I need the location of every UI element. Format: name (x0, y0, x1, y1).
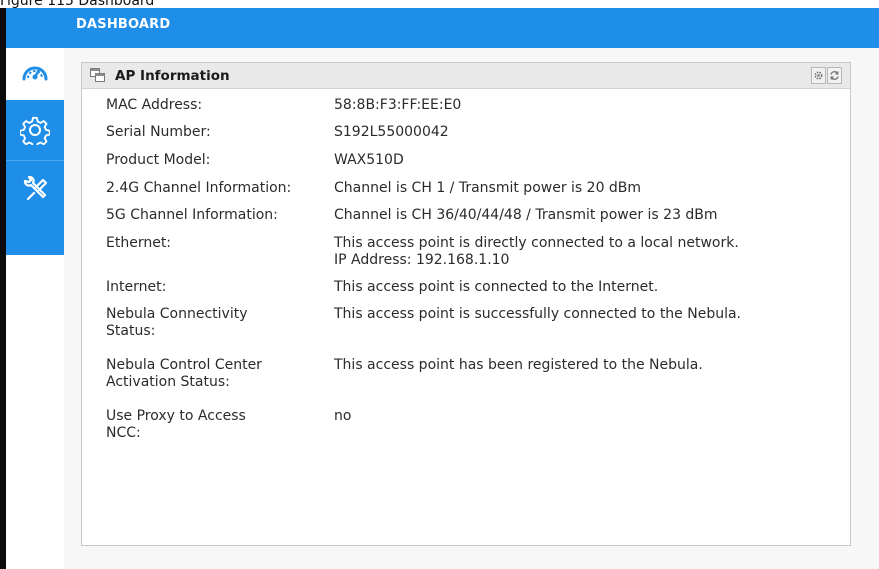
row-value: S192L55000042 (334, 124, 449, 140)
row-label: 2.4G Channel Information: (106, 180, 292, 196)
panel-header: AP Information (82, 63, 850, 89)
row-label: Nebula Connectivity Status: (106, 306, 334, 357)
row-value: no (334, 408, 352, 424)
tools-icon (20, 175, 50, 209)
row-label: Serial Number: (106, 124, 211, 140)
row-value: Channel is CH 36/40/44/48 / Transmit pow… (334, 207, 718, 223)
row-value-line: IP Address: 192.168.1.10 (334, 252, 510, 268)
row-value: 58:8B:F3:FF:EE:E0 (334, 97, 462, 113)
info-row-nebula-activation: Nebula Control Center Activation Status:… (106, 357, 836, 408)
row-label: Ethernet: (106, 235, 172, 251)
row-label: Use Proxy to Access NCC: (106, 408, 334, 448)
sidebar-item-configuration[interactable] (6, 104, 64, 160)
info-row-internet: Internet: This access point is connected… (106, 279, 836, 306)
top-bar: DASHBOARD (6, 8, 879, 48)
sidebar-item-maintenance[interactable] (6, 164, 64, 220)
sidebar-nav-tail (6, 225, 64, 255)
panel-header-buttons (811, 67, 842, 84)
panel-settings-button[interactable] (811, 67, 826, 84)
gear-icon (19, 115, 51, 149)
row-label-line: NCC: (106, 425, 141, 441)
panel-title: AP Information (115, 68, 230, 84)
figure-caption: Figure 115 Dashboard (0, 0, 155, 9)
sidebar-separator (6, 160, 64, 161)
row-label-line: Activation Status: (106, 374, 230, 390)
info-row-nebula-connectivity: Nebula Connectivity Status: This access … (106, 306, 836, 357)
row-label: Internet: (106, 279, 167, 295)
refresh-icon (829, 66, 840, 85)
sidebar-item-dashboard[interactable] (6, 48, 64, 100)
row-value: This access point is connected to the In… (334, 279, 659, 295)
row-value: This access point has been registered to… (334, 357, 703, 373)
info-row-mac: MAC Address: 58:8B:F3:FF:EE:E0 (106, 97, 836, 124)
row-label: 5G Channel Information: (106, 207, 278, 223)
info-row-ethernet: Ethernet: This access point is directly … (106, 235, 836, 279)
info-row-24g: 2.4G Channel Information: Channel is CH … (106, 180, 836, 207)
row-value-line: This access point is directly connected … (334, 235, 739, 251)
info-rows: MAC Address: 58:8B:F3:FF:EE:E0 Serial Nu… (106, 97, 836, 448)
row-label-line: Nebula Connectivity (106, 306, 248, 322)
info-row-serial: Serial Number: S192L55000042 (106, 124, 836, 152)
panel-refresh-button[interactable] (827, 67, 842, 84)
row-label: Product Model: (106, 152, 211, 168)
speedometer-icon (20, 59, 50, 89)
row-label-line: Status: (106, 323, 156, 339)
row-label: MAC Address: (106, 97, 203, 113)
row-label-line: Use Proxy to Access (106, 408, 246, 424)
row-label: Nebula Control Center Activation Status: (106, 357, 334, 408)
row-value: This access point is directly connected … (334, 235, 836, 279)
info-row-5g: 5G Channel Information: Channel is CH 36… (106, 207, 836, 235)
settings-icon (813, 66, 824, 85)
row-value: Channel is CH 1 / Transmit power is 20 d… (334, 180, 642, 196)
info-row-proxy: Use Proxy to Access NCC: no (106, 408, 836, 448)
row-label-line: Nebula Control Center (106, 357, 262, 373)
row-value: This access point is successfully connec… (334, 306, 742, 322)
panel-window-icon (90, 68, 106, 87)
page-title: DASHBOARD (76, 17, 171, 32)
ap-information-panel: AP Information MAC Address: 58:8B:F3:FF:… (81, 62, 851, 546)
info-row-model: Product Model: WAX510D (106, 152, 836, 180)
row-value: WAX510D (334, 152, 404, 168)
